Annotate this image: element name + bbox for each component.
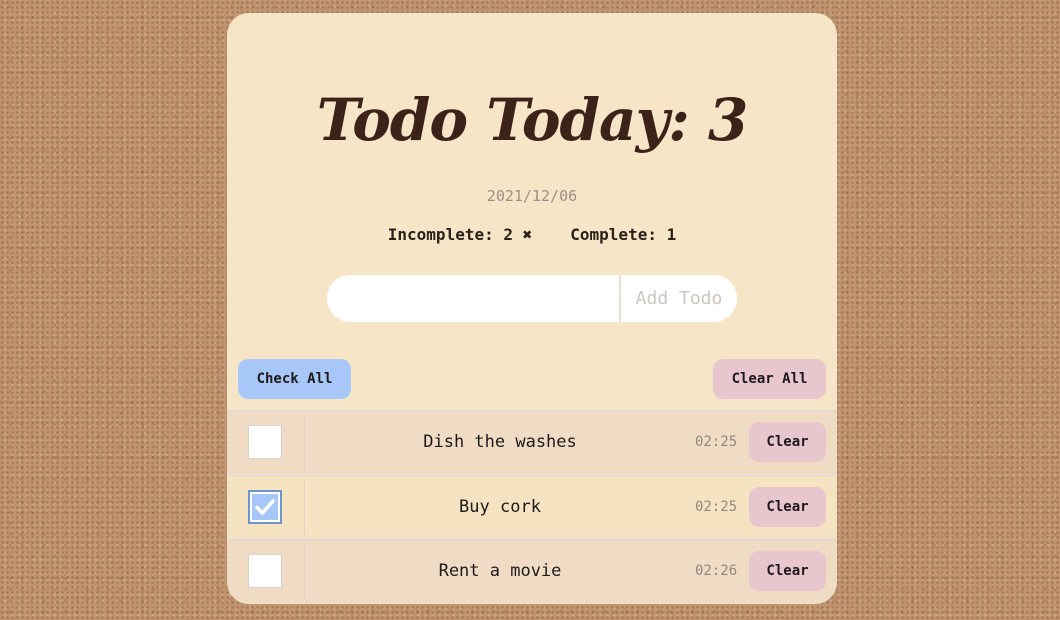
- todo-checkbox[interactable]: [248, 425, 282, 459]
- todo-text: Dish the washes: [423, 432, 577, 452]
- add-todo-form: Add Todo: [327, 275, 737, 322]
- status-counts: Incomplete: 2 ✖ Complete: 1: [227, 225, 837, 245]
- date-label: 2021/12/06: [486, 187, 578, 205]
- todo-text: Rent a movie: [438, 561, 562, 581]
- todo-card: Todo Today: 3 2021/12/06 Incomplete: 2 ✖…: [227, 13, 837, 604]
- todo-checkbox[interactable]: [248, 490, 282, 524]
- add-todo-button[interactable]: Add Todo: [619, 275, 737, 322]
- todo-text: Buy cork: [459, 497, 541, 517]
- incomplete-count: Incomplete: 2 ✖: [387, 225, 533, 244]
- todo-time: 02:25: [695, 499, 738, 515]
- clear-todo-button[interactable]: Clear: [749, 422, 826, 462]
- clear-todo-button[interactable]: Clear: [749, 487, 826, 527]
- complete-count: Complete: 1: [570, 225, 677, 244]
- todo-time: 02:26: [695, 563, 738, 579]
- todo-row: Buy cork 02:25 Clear: [227, 475, 837, 539]
- todo-input[interactable]: [327, 275, 619, 322]
- todo-row: Rent a movie 02:26 Clear: [227, 539, 837, 603]
- clear-todo-button[interactable]: Clear: [749, 551, 826, 591]
- check-all-button[interactable]: Check All: [238, 359, 351, 399]
- todo-row: Dish the washes 02:25 Clear: [227, 410, 837, 474]
- page-title: Todo Today: 3: [316, 86, 749, 154]
- checkmark-icon: [255, 499, 275, 515]
- clear-all-button[interactable]: Clear All: [713, 359, 826, 399]
- todo-checkbox[interactable]: [248, 554, 282, 588]
- todo-time: 02:25: [695, 434, 738, 450]
